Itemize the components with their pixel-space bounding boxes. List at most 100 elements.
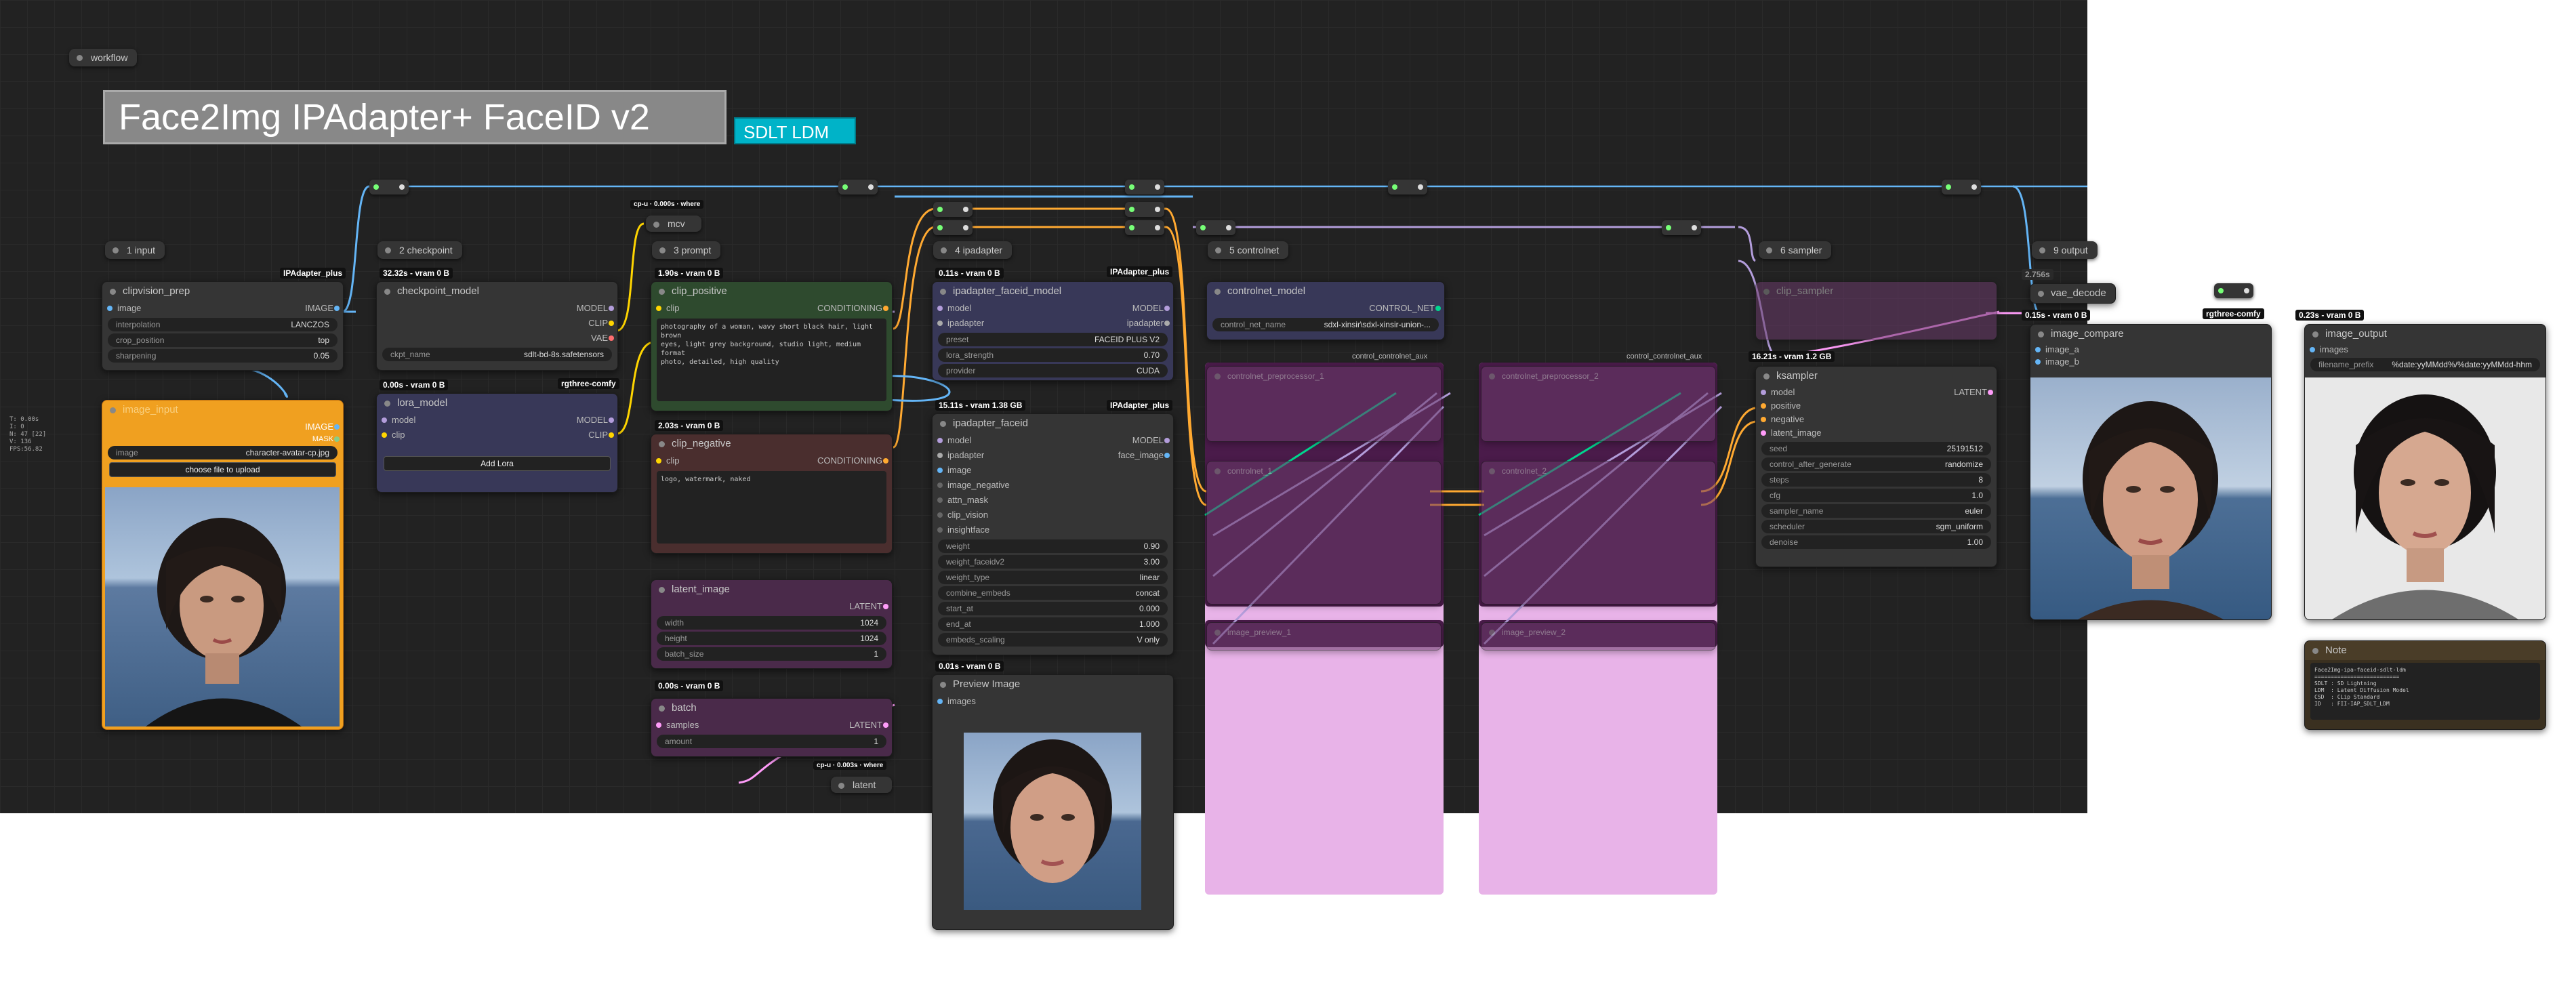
widget-sharpening[interactable]: sharpening 0.05 xyxy=(108,349,338,363)
output-port-icon[interactable] xyxy=(609,335,614,341)
output-port-icon[interactable] xyxy=(883,458,888,464)
widget-cfg[interactable]: cfg 1.0 xyxy=(1761,489,1991,502)
node-header[interactable]: ipadapter_faceid xyxy=(933,414,1173,433)
positive-prompt-textarea[interactable]: photography of a woman, wavy short black… xyxy=(657,319,886,401)
widget-ckpt-name[interactable]: ckpt_name sdlt-bd-8s.safetensors xyxy=(382,348,612,361)
latent-reroute[interactable]: latent xyxy=(831,777,893,793)
node-collapse-icon[interactable] xyxy=(110,289,116,295)
node-header[interactable]: ipadapter_faceid_model xyxy=(933,282,1173,301)
node-collapse-icon[interactable] xyxy=(1214,289,1221,295)
node-collapse-icon[interactable] xyxy=(659,289,665,295)
node-collapse-icon[interactable] xyxy=(659,705,665,712)
node-note[interactable]: Note Face2Img-ipa-faceid-sdlt-ldm ======… xyxy=(2304,640,2546,730)
node-collapse-icon[interactable] xyxy=(110,407,116,413)
widget-weight[interactable]: weight 0.90 xyxy=(938,539,1168,553)
output-port-icon[interactable] xyxy=(334,436,340,442)
input-port-icon[interactable] xyxy=(937,497,943,503)
output-port-icon[interactable] xyxy=(1988,390,1993,395)
output-port-icon[interactable] xyxy=(883,604,888,609)
mcv-reroute[interactable]: mcv xyxy=(646,216,701,232)
widget-scheduler[interactable]: scheduler sgm_uniform xyxy=(1761,520,1991,533)
node-header[interactable]: controlnet_preprocessor_2 xyxy=(1481,367,1715,386)
input-port-icon[interactable] xyxy=(382,417,387,423)
widget-start-at[interactable]: start_at 0.000 xyxy=(938,602,1168,615)
input-port-icon[interactable] xyxy=(1761,403,1766,409)
negative-prompt-textarea[interactable]: logo, watermark, naked xyxy=(657,471,886,544)
widget-control-net-name[interactable]: control_net_name sdxl-xinsir\sdxl-xinsir-… xyxy=(1212,318,1439,331)
input-port-icon[interactable] xyxy=(937,321,943,326)
widget-batch-size[interactable]: batch_size 1 xyxy=(657,647,886,661)
node-header[interactable]: clip_positive xyxy=(651,282,892,301)
input-port-icon[interactable] xyxy=(937,306,943,311)
node-clip-positive[interactable]: clip_positive clip CONDITIONING photograp… xyxy=(651,281,893,411)
tag-prompt[interactable]: 3 prompt xyxy=(652,241,721,259)
widget-weight-type[interactable]: weight_type linear xyxy=(938,571,1168,584)
reroute-node[interactable] xyxy=(1125,220,1164,235)
widget-sampler-name[interactable]: sampler_name euler xyxy=(1761,504,1991,518)
node-collapse-icon[interactable] xyxy=(1489,468,1495,474)
widget-control-after-generate[interactable]: control_after_generate randomize xyxy=(1761,457,1991,471)
node-vae-decode[interactable]: vae_decode xyxy=(2030,283,2116,304)
node-clipvision-prep[interactable]: clipvision_prep image IMAGE interpolation… xyxy=(102,281,344,371)
widget-steps[interactable]: steps 8 xyxy=(1761,473,1991,487)
widget-end-at[interactable]: end_at 1.000 xyxy=(938,617,1168,631)
upload-button[interactable]: choose file to upload xyxy=(109,462,336,477)
input-port-icon[interactable] xyxy=(656,458,661,464)
node-header[interactable]: controlnet_preprocessor_1 xyxy=(1207,367,1441,386)
widget-height[interactable]: height 1024 xyxy=(657,632,886,645)
node-batch[interactable]: batch samples LATENT amount 1 xyxy=(651,698,893,757)
input-port-icon[interactable] xyxy=(937,438,943,443)
reroute-node[interactable] xyxy=(1125,180,1164,195)
reroute-node[interactable] xyxy=(933,202,973,217)
node-header[interactable]: image_compare xyxy=(2030,325,2271,344)
widget-seed[interactable]: seed 25191512 xyxy=(1761,442,1991,455)
output-port-icon[interactable] xyxy=(334,424,340,430)
node-collapse-icon[interactable] xyxy=(940,682,946,688)
output-port-icon[interactable] xyxy=(609,417,614,423)
reroute-node[interactable] xyxy=(1662,220,1701,235)
add-lora-button[interactable]: Add Lora xyxy=(384,456,611,471)
output-port-icon[interactable] xyxy=(1164,438,1170,443)
input-port-icon[interactable] xyxy=(2035,359,2041,365)
node-collapse-icon[interactable] xyxy=(659,441,665,447)
reroute-node[interactable] xyxy=(933,220,973,235)
node-ipadapter-faceid[interactable]: ipadapter_faceid model MODEL ipadapter fac… xyxy=(932,413,1174,655)
node-ipadapter-faceid-model[interactable]: ipadapter_faceid_model model MODEL ipadap… xyxy=(932,281,1174,381)
node-latent-image[interactable]: latent_image LATENT width 1024 height 1024… xyxy=(651,579,893,669)
node-image-compare[interactable]: image_compare image_a image_b xyxy=(2030,324,2272,620)
output-port-icon[interactable] xyxy=(334,306,340,311)
input-port-icon[interactable] xyxy=(656,306,661,311)
widget-amount[interactable]: amount 1 xyxy=(657,735,886,748)
node-header[interactable]: vae_decode xyxy=(2030,284,2115,303)
input-port-icon[interactable] xyxy=(1761,390,1766,395)
node-controlnet-preprocessor-2[interactable]: controlnet_preprocessor_2 xyxy=(1481,366,1716,442)
node-collapse-icon[interactable] xyxy=(1763,289,1770,295)
widget-interpolation[interactable]: interpolation LANCZOS xyxy=(108,318,338,331)
input-port-icon[interactable] xyxy=(937,699,943,704)
widget-filename-prefix[interactable]: filename_prefix %date:yyMMdd%/%date:yyMMd… xyxy=(2310,358,2540,371)
input-port-icon[interactable] xyxy=(937,468,943,473)
reroute-node[interactable] xyxy=(1125,202,1164,217)
node-collapse-icon[interactable] xyxy=(1214,630,1221,636)
output-port-icon[interactable] xyxy=(1164,321,1170,326)
node-image-output[interactable]: image_output images filename_prefix %date… xyxy=(2304,324,2546,620)
widget-preset[interactable]: preset FACEID PLUS V2 xyxy=(938,333,1168,346)
tag-controlnet[interactable]: 5 controlnet xyxy=(1208,241,1289,259)
node-header[interactable]: lora_model xyxy=(377,394,617,413)
node-lora-model[interactable]: lora_model model MODEL clip CLIP Add Lora xyxy=(376,393,618,493)
node-image-preview-2[interactable]: image_preview_2 xyxy=(1481,622,1716,651)
output-port-icon[interactable] xyxy=(883,306,888,311)
input-port-icon[interactable] xyxy=(656,722,661,728)
input-port-icon[interactable] xyxy=(1761,430,1766,436)
widget-provider[interactable]: provider CUDA xyxy=(938,364,1168,377)
node-header[interactable]: checkpoint_model xyxy=(377,282,617,301)
node-collapse-icon[interactable] xyxy=(1489,373,1495,380)
node-header[interactable]: image_output xyxy=(2305,325,2546,344)
output-port-icon[interactable] xyxy=(609,321,614,326)
node-controlnet-preprocessor-1[interactable]: controlnet_preprocessor_1 xyxy=(1206,366,1442,442)
input-port-icon[interactable] xyxy=(1761,417,1766,422)
input-port-icon[interactable] xyxy=(107,306,113,311)
node-collapse-icon[interactable] xyxy=(1214,373,1221,380)
node-header[interactable]: Note xyxy=(2305,641,2546,660)
input-port-icon[interactable] xyxy=(2310,347,2315,352)
